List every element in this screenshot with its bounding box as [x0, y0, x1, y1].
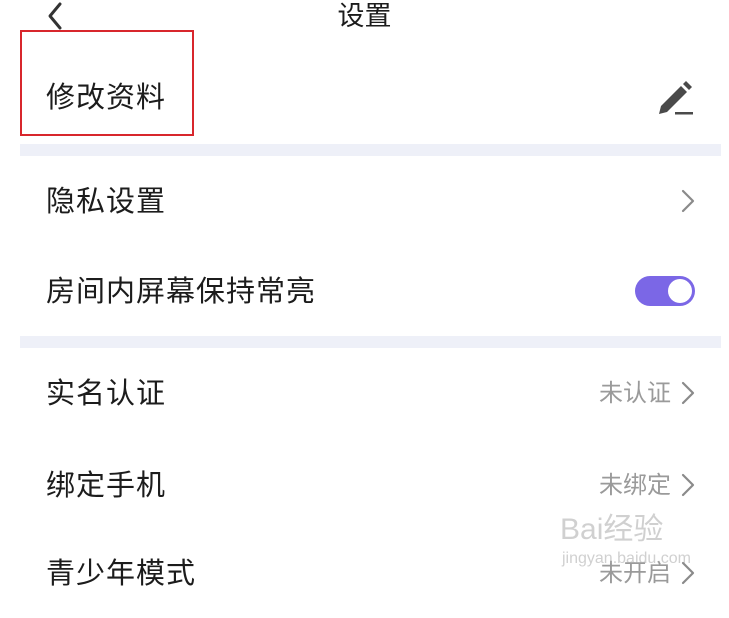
- chevron-right-icon: [681, 561, 695, 585]
- row-status-value: 未绑定: [599, 471, 671, 499]
- row-status-value: 未认证: [599, 379, 671, 407]
- row-label: 青少年模式: [46, 556, 197, 590]
- pencil-icon: [659, 81, 693, 115]
- row-label: 修改资料: [46, 80, 167, 114]
- row-teen-mode[interactable]: 青少年模式 未开启: [20, 528, 721, 618]
- keep-screen-on-toggle[interactable]: [635, 276, 695, 306]
- top-bar: 设置: [0, 0, 729, 44]
- row-status-value: 未开启: [599, 559, 671, 587]
- section-divider: [20, 144, 721, 156]
- section-divider: [20, 336, 721, 348]
- row-label: 实名认证: [46, 376, 167, 410]
- toggle-knob: [668, 279, 692, 303]
- row-label: 隐私设置: [46, 184, 167, 218]
- page-title: 设置: [337, 1, 392, 32]
- row-edit-profile[interactable]: 修改资料: [20, 52, 721, 142]
- row-privacy-settings[interactable]: 隐私设置: [20, 156, 721, 246]
- chevron-right-icon: [681, 189, 695, 213]
- row-keep-screen-on: 房间内屏幕保持常亮: [20, 246, 721, 336]
- row-label: 房间内屏幕保持常亮: [46, 274, 317, 308]
- chevron-right-icon: [681, 381, 695, 405]
- row-label: 绑定手机: [46, 468, 167, 502]
- row-real-name-verification[interactable]: 实名认证 未认证: [20, 348, 721, 438]
- row-bind-phone[interactable]: 绑定手机 未绑定: [20, 440, 721, 530]
- chevron-right-icon: [681, 473, 695, 497]
